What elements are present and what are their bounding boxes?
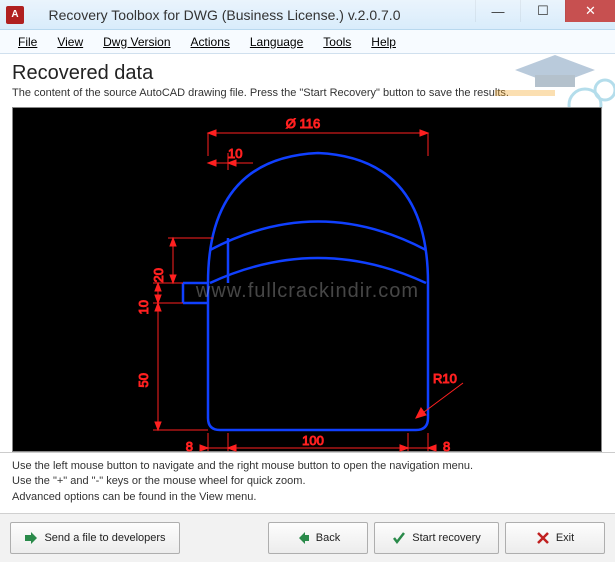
start-recovery-button[interactable]: Start recovery: [374, 522, 499, 554]
back-button-label: Back: [316, 532, 340, 544]
exit-button[interactable]: Exit: [505, 522, 605, 554]
menu-view-label: View: [57, 35, 83, 49]
send-to-developers-button[interactable]: Send a file to developers: [10, 522, 180, 554]
button-bar: Send a file to developers Back Start rec…: [0, 514, 615, 562]
send-button-label: Send a file to developers: [44, 532, 165, 544]
content-area: Recovered data The content of the source…: [0, 54, 615, 452]
dim-8-right: 8: [443, 439, 450, 453]
instruction-line-1: Use the left mouse button to navigate an…: [12, 459, 603, 474]
send-icon: [24, 531, 38, 545]
cad-drawing: Ø 116 10 20 10: [13, 108, 603, 453]
menu-view[interactable]: View: [49, 33, 91, 51]
menu-tools-label: Tools: [323, 35, 351, 49]
menu-file-label: File: [18, 35, 37, 49]
dim-20: 20: [151, 268, 166, 282]
app-icon: A: [6, 6, 24, 24]
instructions: Use the left mouse button to navigate an…: [0, 452, 615, 514]
dim-100: 100: [302, 433, 324, 448]
menu-file[interactable]: File: [10, 33, 45, 51]
start-button-label: Start recovery: [412, 532, 480, 544]
dim-8-left: 8: [186, 439, 193, 453]
dim-10-top: 10: [228, 146, 242, 161]
menu-tools[interactable]: Tools: [315, 33, 359, 51]
check-icon: [392, 531, 406, 545]
minimize-button[interactable]: —: [475, 0, 520, 22]
dim-50: 50: [136, 373, 151, 387]
exit-button-label: Exit: [556, 532, 574, 544]
back-button[interactable]: Back: [268, 522, 368, 554]
menu-help-label: Help: [371, 35, 396, 49]
menu-bar: File View Dwg Version Actions Language T…: [0, 30, 615, 54]
window-controls: — ☐ ✕: [475, 0, 615, 29]
exit-icon: [536, 531, 550, 545]
menu-language[interactable]: Language: [242, 33, 311, 51]
menu-actions[interactable]: Actions: [183, 33, 238, 51]
menu-dwg[interactable]: Dwg Version: [95, 33, 178, 51]
window-title: Recovery Toolbox for DWG (Business Licen…: [34, 7, 475, 23]
maximize-button[interactable]: ☐: [520, 0, 565, 22]
dim-diameter: Ø 116: [286, 116, 320, 131]
dim-radius: R10: [433, 371, 457, 386]
page-subtitle: The content of the source AutoCAD drawin…: [12, 87, 603, 99]
menu-language-label: Language: [250, 35, 303, 49]
menu-help[interactable]: Help: [363, 33, 404, 51]
menu-actions-label: Actions: [191, 35, 230, 49]
instruction-line-2: Use the "+" and "-" keys or the mouse wh…: [12, 474, 603, 489]
title-bar: A Recovery Toolbox for DWG (Business Lic…: [0, 0, 615, 30]
instruction-line-3: Advanced options can be found in the Vie…: [12, 490, 603, 505]
close-button[interactable]: ✕: [565, 0, 615, 22]
back-arrow-icon: [296, 531, 310, 545]
menu-dwg-label: Dwg Version: [103, 35, 170, 49]
drawing-canvas[interactable]: Ø 116 10 20 10: [12, 107, 602, 452]
dim-10-side: 10: [136, 300, 151, 314]
page-title: Recovered data: [12, 62, 603, 85]
